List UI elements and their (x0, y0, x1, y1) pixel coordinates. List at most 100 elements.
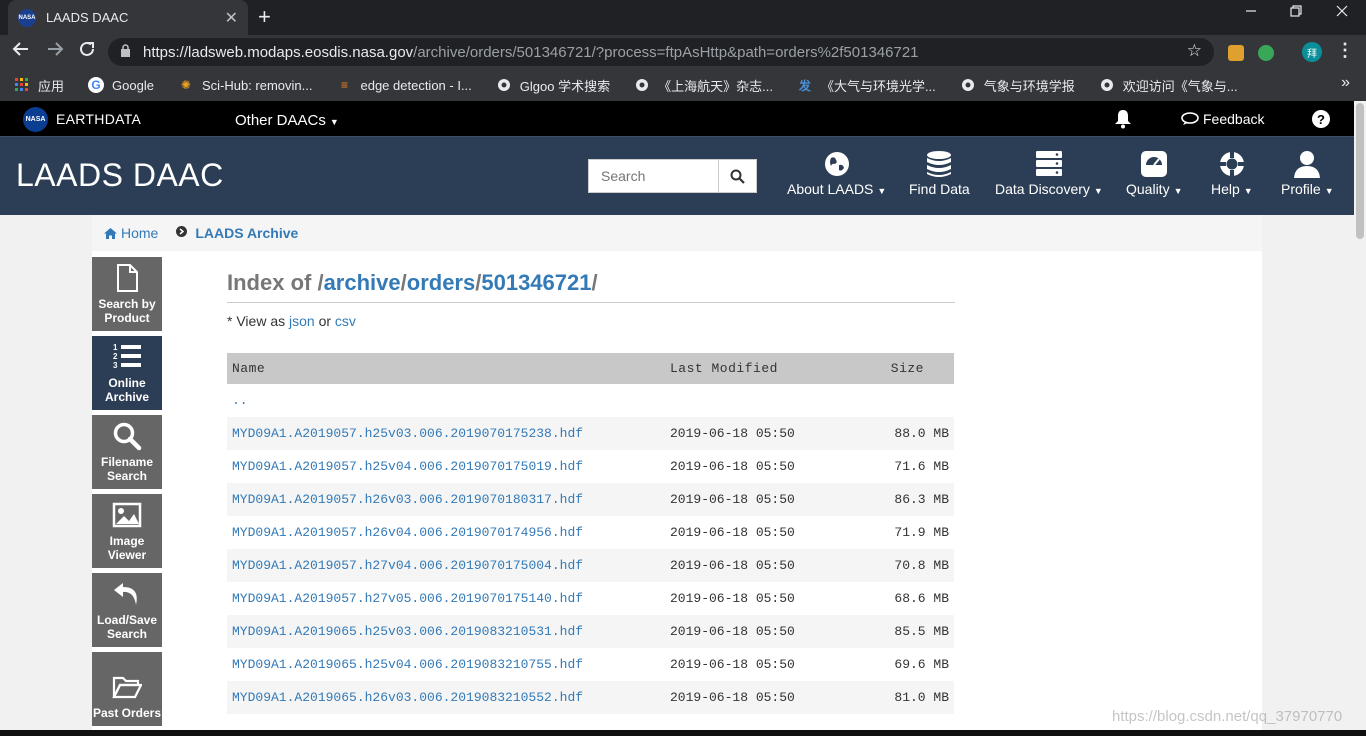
file-link[interactable]: MYD09A1.A2019057.h26v04.006.201907017495… (232, 525, 583, 540)
bookmark-item[interactable]: 欢迎访问《气象与... (1099, 76, 1238, 95)
path-order-id-link[interactable]: 501346721 (481, 270, 591, 295)
address-bar[interactable]: https://ladsweb.modaps.eosdis.nasa.gov/a… (108, 38, 1214, 66)
caret-down-icon: ▼ (1173, 186, 1183, 196)
bookmark-label: Glgoo 学术搜索 (519, 78, 611, 94)
bookmark-item[interactable]: ≡ edge detection - I... (336, 77, 472, 93)
bookmark-label: 《上海航天》杂志... (658, 78, 773, 94)
file-link[interactable]: MYD09A1.A2019065.h25v04.006.201908321075… (232, 657, 583, 672)
bell-icon[interactable] (1114, 109, 1132, 129)
path-archive-link[interactable]: archive (324, 270, 401, 295)
bookmarks-overflow-icon[interactable]: » (1341, 74, 1350, 92)
file-modified: 2019-06-18 05:50 (665, 417, 865, 450)
parent-dir-link[interactable]: .. (232, 393, 248, 408)
fa-icon: 发 (798, 78, 811, 93)
nav-data-discovery[interactable]: Data Discovery ▼ (995, 149, 1103, 197)
gauge-icon (1141, 151, 1168, 177)
file-link[interactable]: MYD09A1.A2019065.h26v03.006.201908321055… (232, 690, 583, 705)
file-link[interactable]: MYD09A1.A2019057.h25v04.006.201907017501… (232, 459, 583, 474)
site-title[interactable]: LAADS DAAC (16, 157, 224, 194)
close-window-icon[interactable] (1336, 4, 1348, 21)
sidebar-filename-search[interactable]: Filename Search (92, 415, 162, 489)
extension-icon[interactable] (1228, 45, 1244, 61)
nav-profile[interactable]: Profile ▼ (1281, 149, 1334, 197)
column-header-size[interactable]: Size (865, 353, 954, 384)
tab-close-icon[interactable]: ✕ (225, 8, 238, 28)
bookmark-item[interactable]: G Google (88, 77, 154, 93)
bookmark-item[interactable]: ✺ Sci-Hub: removin... (178, 77, 313, 93)
profile-avatar[interactable]: 拜 (1302, 42, 1322, 62)
file-size: 68.6 MB (894, 591, 949, 606)
column-header-name[interactable]: Name (227, 353, 665, 384)
breadcrumb-home[interactable]: Home (104, 225, 158, 241)
nasa-logo[interactable]: NASA (23, 107, 48, 132)
caret-down-icon: ▼ (1243, 186, 1253, 196)
minimize-icon[interactable] (1245, 4, 1257, 21)
bookmarks-bar: 应用 G Google ✺ Sci-Hub: removin... ≡ edge… (0, 69, 1366, 101)
feedback-link[interactable]: Feedback (1180, 111, 1264, 127)
reload-icon[interactable] (78, 40, 96, 64)
index-prefix: Index of / (227, 270, 324, 295)
nav-find-data[interactable]: Find Data (909, 149, 970, 197)
browser-menu-icon[interactable]: ⋮ (1336, 40, 1354, 61)
bookmark-star-icon[interactable]: ☆ (1187, 41, 1202, 61)
bookmark-label: 应用 (38, 78, 65, 94)
bookmark-label: Sci-Hub: removin... (201, 77, 313, 93)
bookmark-item[interactable]: 气象与环境学报 (960, 76, 1075, 95)
earthdata-brand[interactable]: EARTHDATA (56, 111, 141, 127)
view-as-json-link[interactable]: json (289, 313, 315, 329)
tab-title: LAADS DAAC (46, 10, 129, 25)
file-link[interactable]: MYD09A1.A2019057.h27v05.006.201907017514… (232, 591, 583, 606)
sidebar-past-orders[interactable]: Past Orders (92, 652, 162, 726)
bookmark-item[interactable]: 应用 (14, 76, 64, 95)
nav-label: Data Discovery (995, 181, 1090, 197)
file-modified: 2019-06-18 05:50 (665, 483, 865, 516)
breadcrumb-current[interactable]: LAADS Archive (195, 225, 298, 241)
file-link[interactable]: MYD09A1.A2019057.h27v04.006.201907017500… (232, 558, 583, 573)
bookmark-item[interactable]: 发 《大气与环境光学... (797, 76, 936, 95)
view-as-csv-link[interactable]: csv (335, 313, 356, 329)
table-cell-empty (865, 384, 954, 417)
user-icon (1294, 151, 1321, 178)
path-orders-link[interactable]: orders (407, 270, 475, 295)
search-input[interactable] (588, 159, 718, 193)
sidebar-load-save-search[interactable]: Load/Save Search (92, 573, 162, 647)
restore-icon[interactable] (1290, 4, 1302, 21)
nav-label: Find Data (909, 181, 970, 197)
sidebar-online-archive[interactable]: 123 Online Archive (92, 336, 162, 410)
forward-arrow-icon[interactable] (46, 40, 64, 64)
browser-tab[interactable]: NASA LAADS DAAC ✕ (8, 0, 248, 35)
file-link[interactable]: MYD09A1.A2019057.h26v03.006.201907018031… (232, 492, 583, 507)
scrollbar-thumb[interactable] (1356, 103, 1364, 239)
nav-about-laads[interactable]: About LAADS ▼ (787, 149, 886, 197)
file-size: 71.9 MB (894, 525, 949, 540)
sidebar-image-viewer[interactable]: Image Viewer (92, 494, 162, 568)
back-arrow-icon[interactable] (12, 40, 30, 64)
caret-down-icon: ▼ (1093, 186, 1103, 196)
file-link[interactable]: MYD09A1.A2019065.h25v03.006.201908321053… (232, 624, 583, 639)
file-name-cell: MYD09A1.A2019057.h25v03.006.201907017523… (227, 417, 665, 450)
nav-label: About LAADS (787, 181, 874, 197)
bookmark-item[interactable]: 《上海航天》杂志... (634, 76, 773, 95)
new-tab-button[interactable]: + (258, 4, 271, 30)
extension-icon[interactable] (1258, 45, 1274, 61)
nav-label: Profile (1281, 181, 1321, 197)
search-button[interactable] (718, 159, 757, 193)
sidebar-search-by-product[interactable]: Search by Product (92, 257, 162, 331)
file-link[interactable]: MYD09A1.A2019057.h25v03.006.201907017523… (232, 426, 583, 441)
column-header-modified[interactable]: Last Modified (665, 353, 865, 384)
table-row: .. (227, 384, 954, 417)
file-name-cell: MYD09A1.A2019065.h26v03.006.201908321055… (227, 681, 665, 714)
nav-quality[interactable]: Quality ▼ (1126, 149, 1183, 197)
help-question-icon[interactable]: ? (1312, 110, 1330, 128)
bookmark-item[interactable]: Glgoo 学术搜索 (496, 76, 610, 95)
breadcrumb: Home LAADS Archive (92, 215, 1262, 251)
page-scrollbar[interactable] (1354, 101, 1366, 736)
lock-icon (120, 44, 131, 60)
folder-open-icon (112, 676, 142, 699)
nav-help[interactable]: Help ▼ (1211, 149, 1253, 197)
file-modified: 2019-06-18 05:50 (670, 525, 795, 540)
other-daacs-dropdown[interactable]: Other DAACs ▼ (235, 112, 339, 129)
laads-header: LAADS DAAC About LAADS▼ Find Data Data D… (0, 136, 1354, 215)
sidebar-label: Image Viewer (107, 534, 147, 562)
sidebar-label: Load/Save Search (96, 613, 158, 641)
